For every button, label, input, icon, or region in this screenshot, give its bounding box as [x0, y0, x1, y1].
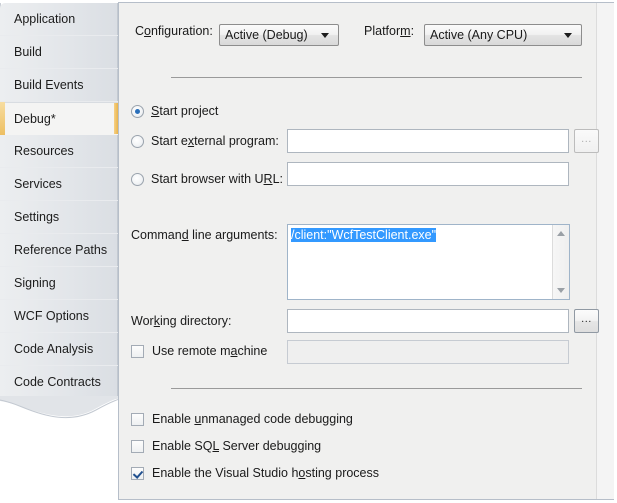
checkbox-enable-unmanaged-code-debugging-label: Enable unmanaged code debugging	[152, 412, 353, 426]
sidebar-item-code-analysis[interactable]: Code Analysis	[0, 333, 118, 366]
remote-machine-input[interactable]	[287, 340, 569, 364]
command-line-arguments-textarea[interactable]: /client:"WcfTestClient.exe"	[287, 224, 570, 300]
sidebar-item-label: Code Contracts	[14, 375, 101, 389]
chevron-down-icon	[321, 32, 329, 38]
browser-url-input[interactable]	[287, 162, 569, 186]
chevron-down-icon	[564, 32, 572, 38]
sidebar-item-label: Signing	[14, 276, 56, 290]
configuration-label: Configuration:	[135, 24, 213, 38]
radio-start-browser-url[interactable]	[131, 172, 144, 186]
working-directory-row: Working directory:	[131, 314, 232, 328]
external-program-input[interactable]	[287, 129, 569, 153]
radio-start-browser-url-label: Start browser with URL:	[151, 172, 283, 186]
platform-value: Active (Any CPU)	[430, 28, 528, 42]
sidebar-item-debug[interactable]: Debug*	[0, 102, 118, 135]
radio-start-project-label: Start project	[151, 104, 219, 118]
properties-tab-list: Application Build Build Events Debug* Resour…	[0, 0, 118, 400]
command-line-arguments-label: Command line arguments:	[131, 228, 278, 242]
tab-list-tail-decoration	[0, 396, 122, 460]
platform-dropdown[interactable]: Active (Any CPU)	[424, 24, 582, 46]
command-line-arguments-row: Command line arguments:	[131, 228, 278, 242]
checkbox-unmanaged-debugging-row[interactable]: Enable unmanaged code debugging	[131, 412, 353, 426]
sidebar-item-settings[interactable]: Settings	[0, 201, 118, 234]
radio-start-project-row[interactable]: Start project	[131, 104, 218, 118]
sidebar-item-label: Debug*	[14, 111, 56, 126]
sidebar-item-label: Code Analysis	[14, 342, 94, 356]
use-remote-machine-row[interactable]: Use remote machine	[131, 344, 267, 358]
checkbox-enable-sql-server-debugging-label: Enable SQL Server debugging	[152, 439, 322, 453]
checkbox-enable-sql-server-debugging[interactable]	[131, 439, 144, 453]
checkbox-enable-unmanaged-code-debugging[interactable]	[131, 412, 144, 426]
sidebar-item-label: Resources	[14, 144, 74, 158]
sidebar-item-reference-paths[interactable]: Reference Paths	[0, 234, 118, 267]
sidebar-item-signing[interactable]: Signing	[0, 267, 118, 300]
configuration-row: Configuration:	[135, 24, 213, 38]
command-line-arguments-value: /client:"WcfTestClient.exe"	[291, 228, 437, 242]
sidebar-item-label: Services	[14, 177, 62, 191]
sidebar-item-label: Settings	[14, 210, 60, 224]
configuration-value: Active (Debug)	[225, 28, 308, 42]
sidebar-item-label: Build Events	[14, 78, 84, 92]
sidebar-item-application[interactable]: Application	[0, 3, 118, 36]
sidebar-item-label: Build	[14, 45, 42, 59]
scroll-up-icon[interactable]	[557, 231, 565, 236]
radio-start-external-program-row[interactable]: Start external program:	[131, 134, 279, 148]
debug-properties-panel: Configuration: Active (Debug) Platform: …	[118, 2, 614, 500]
section-separator-debugger-options	[171, 388, 582, 389]
working-directory-input[interactable]	[287, 309, 569, 333]
radio-start-external-program[interactable]	[131, 134, 144, 148]
radio-start-browser-url-row[interactable]: Start browser with URL:	[131, 172, 283, 186]
platform-label: Platform:	[364, 24, 415, 38]
sidebar-item-resources[interactable]: Resources	[0, 135, 118, 168]
sidebar-item-label: WCF Options	[14, 309, 90, 323]
platform-row: Platform:	[364, 24, 414, 38]
command-line-arguments-scrollbar[interactable]	[552, 225, 569, 299]
scroll-down-icon[interactable]	[557, 288, 565, 293]
use-remote-machine-label: Use remote machine	[152, 344, 268, 358]
sidebar-item-label: Reference Paths	[14, 243, 108, 257]
section-separator-start-action	[171, 77, 582, 78]
checkbox-enable-visual-studio-hosting-process[interactable]	[131, 466, 144, 480]
checkbox-use-remote-machine[interactable]	[131, 344, 144, 358]
checkbox-sql-debugging-row[interactable]: Enable SQL Server debugging	[131, 439, 321, 453]
sidebar-item-wcf-options[interactable]: WCF Options	[0, 300, 118, 333]
working-directory-label: Working directory:	[131, 314, 232, 328]
sidebar-item-build[interactable]: Build	[0, 36, 118, 69]
external-program-browse-button[interactable]: ...	[574, 129, 599, 153]
working-directory-browse-button[interactable]: ...	[574, 309, 599, 333]
sidebar-item-label: Application	[14, 12, 76, 26]
panel-vertical-scrollbar[interactable]	[596, 3, 614, 499]
sidebar-item-code-contracts[interactable]: Code Contracts	[0, 366, 118, 399]
checkbox-enable-visual-studio-hosting-process-label: Enable the Visual Studio hosting process	[152, 466, 380, 480]
ellipsis-icon: ...	[581, 312, 592, 325]
configuration-dropdown[interactable]: Active (Debug)	[219, 24, 339, 46]
sidebar-item-build-events[interactable]: Build Events	[0, 69, 118, 102]
checkbox-hosting-process-row[interactable]: Enable the Visual Studio hosting process	[131, 466, 379, 480]
radio-start-external-program-label: Start external program:	[151, 134, 279, 148]
sidebar-item-services[interactable]: Services	[0, 168, 118, 201]
radio-start-project[interactable]	[131, 104, 144, 118]
ellipsis-icon: ...	[581, 132, 592, 145]
